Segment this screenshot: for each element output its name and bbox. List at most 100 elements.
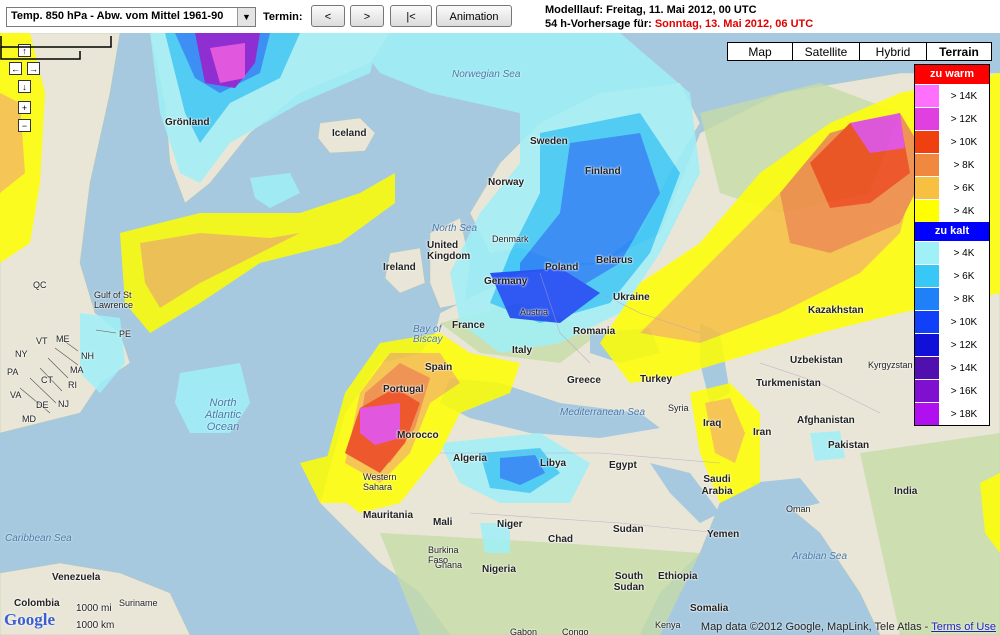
terms-of-use-link[interactable]: Terms of Use: [931, 621, 996, 633]
label-me: ME: [56, 334, 70, 344]
legend-warm-label: > 10K: [950, 136, 978, 148]
zoom-in-button[interactable]: +: [18, 101, 31, 114]
legend-cold-label: > 8K: [953, 293, 975, 305]
forecast-prefix: 54 h-Vorhersage für:: [545, 18, 652, 30]
label-france: France: [452, 320, 485, 331]
legend-cold-label: > 6K: [953, 270, 975, 282]
label-yemen: Yemen: [707, 529, 740, 540]
google-logo[interactable]: Google: [4, 610, 55, 630]
label-bay-of-biscay: Bay of Biscay: [413, 324, 443, 345]
label-gronland: Grönland: [165, 117, 210, 128]
legend-warm-swatch: [915, 131, 939, 153]
label-norway: Norway: [488, 177, 525, 188]
label-chad: Chad: [548, 534, 573, 545]
parameter-select-value: Temp. 850 hPa - Abw. vom Mittel 1961-90: [11, 10, 224, 22]
previous-button[interactable]: <: [311, 5, 345, 27]
map-type-map[interactable]: Map: [727, 42, 793, 61]
label-iran: Iran: [753, 427, 772, 438]
legend-cold-swatch: [915, 242, 939, 264]
label-kazakhstan: Kazakhstan: [808, 305, 864, 316]
zoom-out-button[interactable]: −: [18, 119, 31, 132]
pan-down-button[interactable]: ↓: [18, 80, 31, 93]
legend-warm-label: > 12K: [950, 113, 978, 125]
label-denmark: Denmark: [492, 234, 529, 244]
legend-warm-row: > 10K: [915, 130, 989, 153]
label-ct: CT: [41, 375, 53, 385]
map-type-terrain[interactable]: Terrain: [926, 42, 992, 61]
label-ny: NY: [15, 349, 28, 359]
label-greece: Greece: [567, 375, 601, 386]
legend-warm-label: > 4K: [953, 205, 975, 217]
label-ethiopia: Ethiopia: [658, 571, 698, 582]
label-syria: Syria: [668, 403, 689, 413]
legend-cold-label: > 10K: [950, 316, 978, 328]
label-iceland: Iceland: [332, 128, 367, 139]
label-south-sudan: South Sudan: [613, 571, 645, 593]
legend-cold-label: > 16K: [950, 385, 978, 397]
legend-warm-row: > 8K: [915, 153, 989, 176]
label-va: VA: [10, 390, 22, 400]
label-germany: Germany: [484, 276, 528, 287]
legend-cold-row: > 14K: [915, 356, 989, 379]
legend-cold-title: zu kalt: [915, 222, 989, 241]
label-austria: Austria: [520, 307, 549, 317]
label-romania: Romania: [573, 326, 616, 337]
legend-cold-row: > 12K: [915, 333, 989, 356]
label-sudan: Sudan: [613, 524, 644, 535]
label-portugal: Portugal: [383, 384, 424, 395]
label-mauritania: Mauritania: [363, 510, 414, 521]
legend-warm-swatch: [915, 108, 939, 130]
label-ukraine: Ukraine: [613, 292, 650, 303]
animation-button[interactable]: Animation: [436, 5, 512, 27]
map-type-hybrid[interactable]: Hybrid: [859, 42, 927, 61]
legend-warm-label: > 14K: [950, 90, 978, 102]
label-morocco: Morocco: [397, 430, 439, 441]
map-canvas[interactable]: Grönland Iceland Norwegian Sea Sweden Fi…: [0, 33, 1000, 635]
label-congo: Congo: [562, 627, 589, 635]
legend-cold-row: > 8K: [915, 287, 989, 310]
legend-cold-label: > 12K: [950, 339, 978, 351]
parameter-select[interactable]: Temp. 850 hPa - Abw. vom Mittel 1961-90 …: [6, 7, 256, 27]
legend-warm-row: > 4K: [915, 199, 989, 222]
label-kyrgyzstan: Kyrgyzstan: [868, 360, 913, 370]
legend-cold-swatch: [915, 265, 939, 287]
legend: zu warm > 14K > 12K > 10K > 8K > 6K > 4K zu k…: [914, 64, 990, 426]
legend-warm-row: > 6K: [915, 176, 989, 199]
first-button[interactable]: |<: [390, 5, 432, 27]
legend-warm-title: zu warm: [915, 65, 989, 84]
forecast-time: 54 h-Vorhersage für: Sonntag, 13. Mai 20…: [545, 17, 813, 31]
legend-cold-swatch: [915, 403, 939, 425]
legend-cold-label: > 18K: [950, 408, 978, 420]
map-type-satellite[interactable]: Satellite: [792, 42, 860, 61]
pan-left-button[interactable]: ←: [9, 62, 22, 75]
chevron-down-icon[interactable]: ▼: [237, 8, 255, 26]
label-finland: Finland: [585, 166, 621, 177]
label-arabian-sea: Arabian Sea: [792, 551, 848, 562]
legend-warm-row: > 12K: [915, 107, 989, 130]
label-md: MD: [22, 414, 36, 424]
next-button[interactable]: >: [350, 5, 384, 27]
label-uk: United Kingdom: [427, 240, 471, 262]
label-somalia: Somalia: [690, 603, 729, 614]
label-nigeria: Nigeria: [482, 564, 516, 575]
label-burkina-faso: Burkina Faso: [428, 545, 459, 565]
label-nj: NJ: [58, 399, 69, 409]
label-gabon: Gabon: [510, 627, 538, 635]
attribution: Map data ©2012 Google, MapLink, Tele Atl…: [701, 621, 996, 633]
label-ri: RI: [68, 380, 77, 390]
legend-warm-rows: > 14K > 12K > 10K > 8K > 6K > 4K: [915, 84, 989, 222]
label-algeria: Algeria: [453, 453, 487, 464]
legend-cold-rows: > 4K > 6K > 8K > 10K > 12K > 14K > 16K > 18K: [915, 241, 989, 425]
label-suriname: Suriname: [119, 598, 158, 608]
label-belarus: Belarus: [596, 255, 633, 266]
label-gulf-st-lawrence: Gulf of St Lawrence: [94, 290, 134, 310]
label-north-sea: North Sea: [432, 223, 478, 234]
label-spain: Spain: [425, 362, 453, 373]
pan-right-button[interactable]: →: [27, 62, 40, 75]
label-norwegian-sea: Norwegian Sea: [452, 69, 521, 80]
label-oman: Oman: [786, 504, 811, 514]
label-india: India: [894, 486, 918, 497]
label-colombia: Colombia: [14, 598, 60, 609]
label-kenya: Kenya: [655, 620, 681, 630]
legend-warm-swatch: [915, 85, 939, 107]
